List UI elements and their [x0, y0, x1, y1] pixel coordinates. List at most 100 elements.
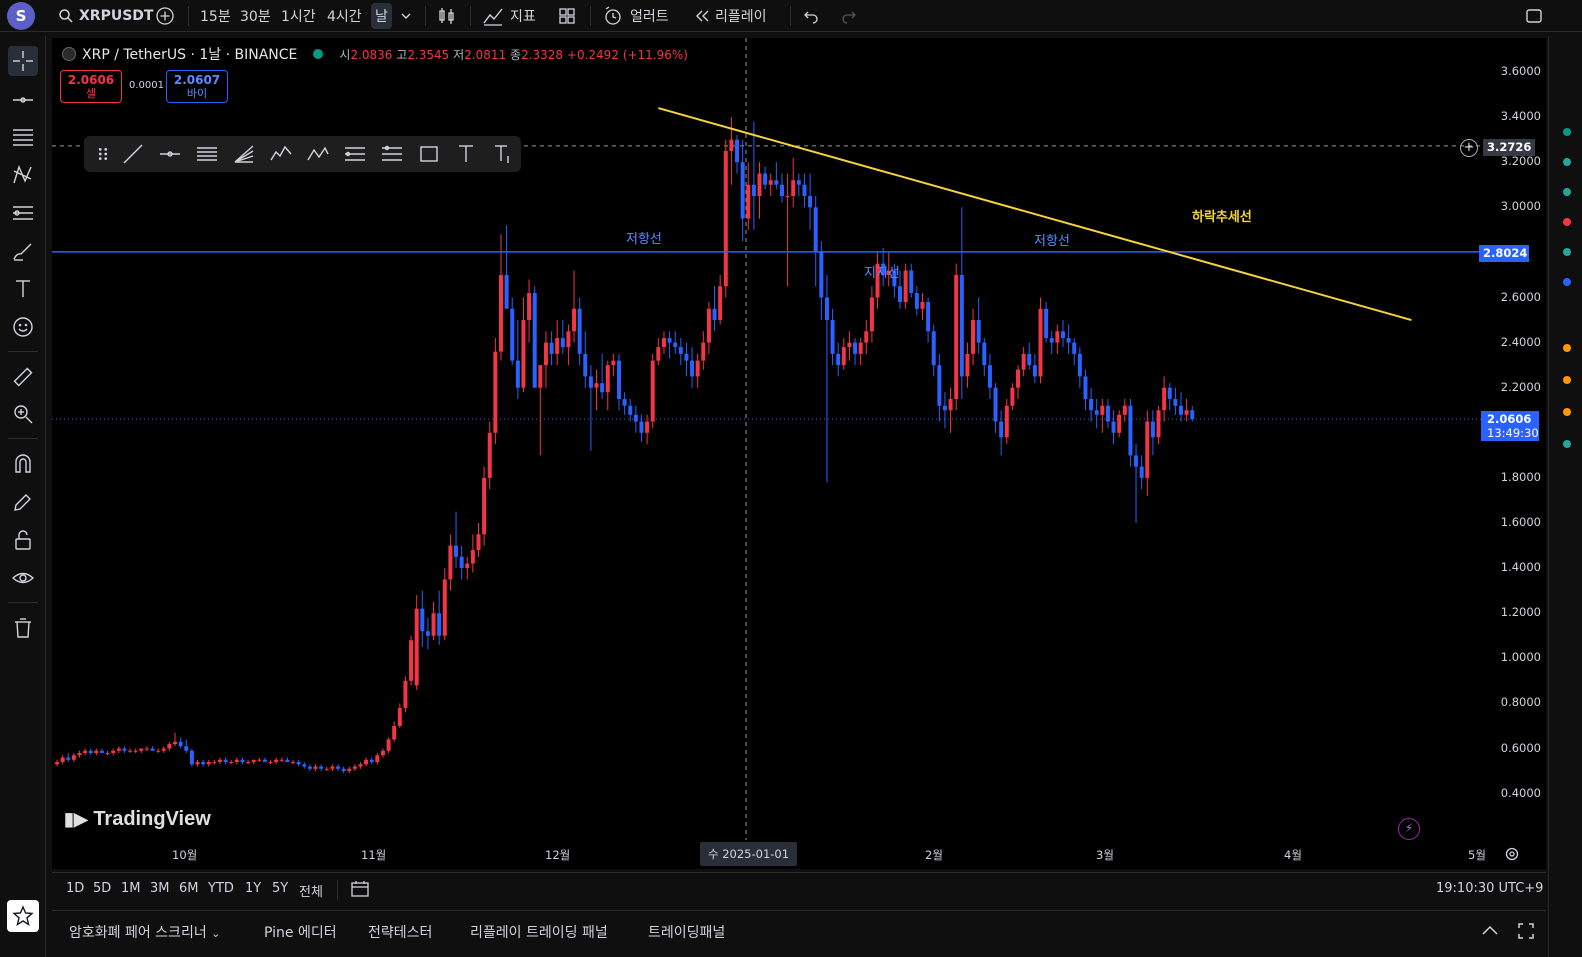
crosshair-tool[interactable]: [8, 46, 38, 76]
range-ytd[interactable]: YTD: [208, 881, 234, 896]
redo-button[interactable]: [840, 0, 858, 32]
fullscreen-button[interactable]: [1524, 0, 1544, 32]
chart-type-button[interactable]: [436, 0, 458, 32]
ruler-tool[interactable]: [8, 362, 38, 392]
maximize-panel-button[interactable]: [1516, 921, 1536, 945]
lock-tool[interactable]: [8, 525, 38, 555]
text-tool[interactable]: [8, 274, 38, 304]
candle-body: [729, 139, 734, 151]
prediction-tool[interactable]: [8, 198, 38, 228]
fib-tool[interactable]: [8, 122, 38, 152]
horizontal-ray-tool[interactable]: [8, 85, 38, 115]
time-axis[interactable]: 10월 11월 12월 수 2025-01-01 2월 3월 4월 5월: [52, 840, 1546, 868]
time-label: 5월: [1468, 848, 1486, 862]
range-6m[interactable]: 6M: [179, 881, 199, 896]
candle-body: [1027, 353, 1032, 366]
interval-dropdown[interactable]: [400, 0, 412, 32]
interval-15m[interactable]: 15분: [200, 0, 231, 32]
fib-extension-tool[interactable]: [373, 136, 410, 172]
user-avatar[interactable]: S: [7, 2, 35, 30]
candle-body: [1173, 398, 1178, 406]
buy-button[interactable]: 2.0607 바이: [166, 70, 228, 103]
undo-button[interactable]: [802, 0, 820, 32]
pencil-lock-icon: [14, 494, 31, 511]
candle-body: [1010, 387, 1015, 406]
tab-screener[interactable]: 암호화폐 페어 스크리너 ⌄: [69, 922, 220, 942]
tab-strategy-tester[interactable]: 전략테스터: [368, 922, 432, 942]
interval-1h[interactable]: 1시간: [281, 0, 316, 32]
crosshair-price-badge: 3.2726: [1483, 139, 1536, 156]
candle-body: [757, 173, 762, 197]
elliott-wave-tool[interactable]: [262, 136, 299, 172]
drag-handle[interactable]: [92, 136, 114, 172]
clock-timezone[interactable]: 19:10:30 UTC+9: [1436, 881, 1543, 896]
abcd-pattern-tool[interactable]: [299, 136, 336, 172]
brush-tool[interactable]: [8, 236, 38, 266]
horizontal-line-tool[interactable]: [151, 136, 188, 172]
support-label[interactable]: 지지선: [864, 262, 900, 281]
replay-button[interactable]: 리플레이: [693, 0, 767, 32]
price-tick-label: 1.2000: [1500, 605, 1541, 620]
add-alert-icon[interactable]: +: [1460, 139, 1478, 157]
pattern-tool[interactable]: [8, 160, 38, 190]
fib-fan-tool[interactable]: [225, 136, 262, 172]
interval-30m[interactable]: 30분: [240, 0, 271, 32]
stay-drawing-tool[interactable]: [8, 487, 38, 517]
candle-body: [279, 759, 284, 761]
emoji-tool[interactable]: [8, 312, 38, 342]
sell-button[interactable]: 2.0606 셀: [60, 70, 122, 103]
range-3m[interactable]: 3M: [150, 881, 170, 896]
interval-1d[interactable]: 날: [371, 3, 392, 29]
last-price-badge: 2.0606 13:49:30: [1481, 411, 1539, 441]
downtrend-label[interactable]: 하락추세선: [1192, 206, 1252, 225]
resistance-label-2[interactable]: 저항선: [1034, 230, 1070, 249]
tradingview-logo[interactable]: ▮▶ TradingView: [64, 808, 211, 831]
goto-date-button[interactable]: [350, 879, 370, 903]
text-tool-2[interactable]: [447, 136, 484, 172]
lines-icon: [196, 147, 217, 161]
legend-symbol[interactable]: XRP / TetherUS · 1날 · BINANCE: [82, 44, 297, 64]
range-1y[interactable]: 1Y: [245, 881, 261, 896]
fib-retracement-tool[interactable]: [336, 136, 373, 172]
range-5d[interactable]: 5D: [93, 881, 111, 896]
layouts-button[interactable]: [557, 0, 577, 32]
price-tick-label: 1.4000: [1500, 560, 1541, 575]
interval-4h[interactable]: 4시간: [327, 0, 362, 32]
candle-body: [319, 766, 324, 769]
trend-line-tool[interactable]: [114, 136, 151, 172]
candle-body: [667, 338, 672, 343]
candle-body: [493, 351, 498, 433]
lightning-icon[interactable]: ⚡: [1398, 818, 1420, 840]
tab-trading-panel[interactable]: 트레이딩패널: [648, 922, 725, 942]
anchored-text-tool[interactable]: [484, 136, 521, 172]
remove-drawings-tool[interactable]: [8, 613, 38, 643]
indicators-button[interactable]: 지표: [482, 0, 536, 32]
chart-settings-button[interactable]: [1504, 846, 1520, 866]
zoom-tool[interactable]: [8, 399, 38, 429]
range-all[interactable]: 전체: [299, 881, 323, 900]
tab-pine-editor[interactable]: Pine 에디터: [264, 922, 337, 942]
candle-body: [375, 755, 380, 763]
range-1m[interactable]: 1M: [121, 881, 141, 896]
candle-body: [66, 757, 71, 760]
range-5y[interactable]: 5Y: [272, 881, 288, 896]
collapse-panel-button[interactable]: [1480, 921, 1500, 945]
hide-tool[interactable]: [8, 563, 38, 593]
watchlist-button[interactable]: [7, 900, 39, 932]
candles-icon: [439, 8, 454, 24]
compare-button[interactable]: [155, 0, 175, 32]
rectangle-tool[interactable]: [410, 136, 447, 172]
candle-body: [987, 365, 992, 388]
candle-body: [594, 383, 599, 388]
alert-button[interactable]: 얼러트: [602, 0, 669, 32]
magnet-tool[interactable]: [8, 449, 38, 479]
candle-body: [1128, 405, 1133, 456]
symbol-search[interactable]: XRPUSDT: [58, 0, 153, 32]
resistance-label-1[interactable]: 저항선: [626, 228, 662, 247]
price-tick-label: 1.6000: [1500, 515, 1541, 529]
price-tick-label: 0.4000: [1500, 785, 1541, 800]
tab-replay-trading[interactable]: 리플레이 트레이딩 패널: [470, 922, 608, 942]
candle-body: [695, 360, 700, 377]
range-1d[interactable]: 1D: [66, 881, 84, 896]
parallel-channel-tool[interactable]: [188, 136, 225, 172]
